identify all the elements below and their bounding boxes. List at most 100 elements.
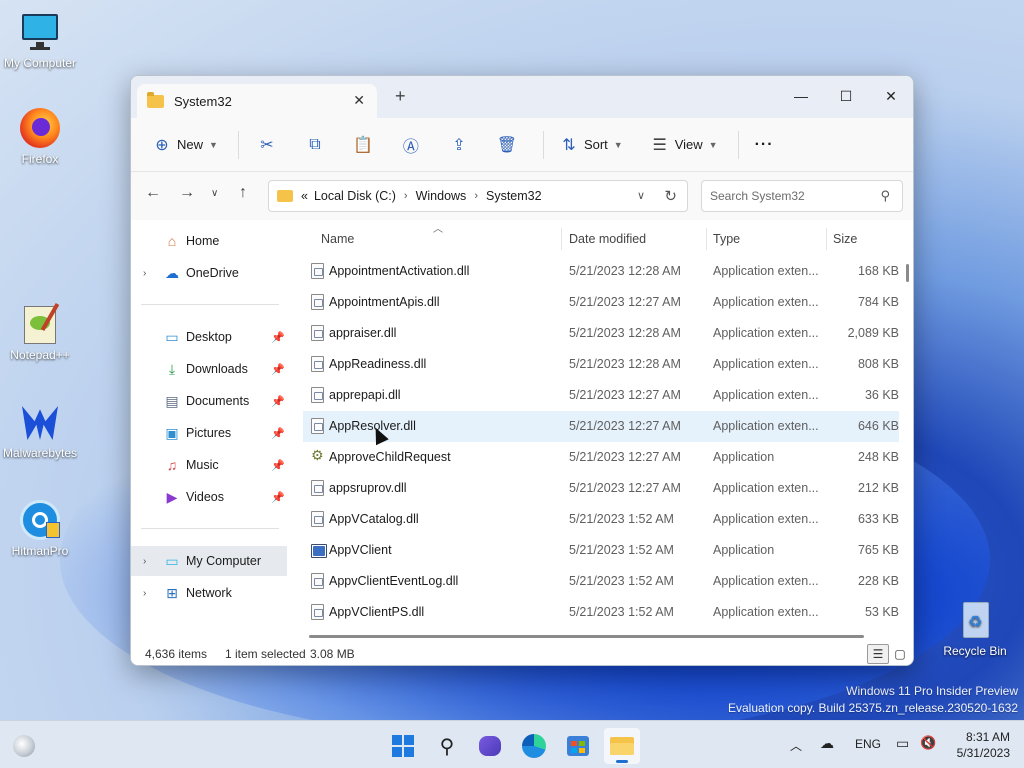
column-separator[interactable] xyxy=(706,228,707,250)
search-icon[interactable]: ⚲ xyxy=(429,728,465,764)
sidebar-divider xyxy=(141,304,279,305)
chat-icon[interactable] xyxy=(472,728,508,764)
status-bar: 4,636 items 1 item selected 3.08 MB ☰ ▢ xyxy=(131,642,913,665)
address-overflow[interactable]: « xyxy=(301,189,308,203)
sort-arrows-icon: ⇅ xyxy=(562,136,576,154)
dll-file-icon xyxy=(311,573,324,589)
sidebar-item-network[interactable]: › ⊞ Network xyxy=(131,578,287,608)
delete-button[interactable]: 🗑 xyxy=(487,129,527,161)
sidebar-item-home[interactable]: ⌂ Home xyxy=(131,226,287,256)
pin-icon[interactable]: 📌 xyxy=(271,459,285,472)
column-header-name[interactable]: Name xyxy=(321,226,354,252)
file-row[interactable]: AppointmentApis.dll 5/21/2023 12:27 AM A… xyxy=(303,287,899,318)
more-options-button[interactable]: ··· xyxy=(747,129,782,161)
pin-icon[interactable]: 📌 xyxy=(271,331,285,344)
chevron-right-icon[interactable]: › xyxy=(143,268,146,279)
file-row[interactable]: apprepapi.dll 5/21/2023 12:27 AM Applica… xyxy=(303,380,899,411)
desktop-icon-notepadpp[interactable]: Notepad++ xyxy=(0,302,80,362)
new-tab-button[interactable]: + xyxy=(395,87,406,105)
network-icon[interactable]: ▭ xyxy=(896,735,909,752)
sidebar-item-onedrive[interactable]: › ☁ OneDrive xyxy=(131,258,287,288)
file-row[interactable]: appraiser.dll 5/21/2023 12:28 AM Applica… xyxy=(303,318,899,349)
sidebar-item-desktop[interactable]: ▭ Desktop 📌 xyxy=(131,322,287,352)
file-row[interactable]: AppointmentActivation.dll 5/21/2023 12:2… xyxy=(303,256,899,287)
start-button[interactable] xyxy=(385,728,421,764)
file-row[interactable]: AppVCatalog.dll 5/21/2023 1:52 AM Applic… xyxy=(303,504,899,535)
store-icon[interactable] xyxy=(560,728,596,764)
address-dropdown-chevron-icon[interactable]: ∨ xyxy=(637,189,645,202)
sidebar-item-my-computer[interactable]: › ▭ My Computer xyxy=(131,546,287,576)
minimize-button[interactable]: — xyxy=(778,82,824,110)
recent-locations-chevron-icon[interactable]: ∨ xyxy=(211,188,218,199)
file-row[interactable]: AppVClient 5/21/2023 1:52 AM Application… xyxy=(303,535,899,566)
file-row[interactable]: ⚙ ApproveChildRequest 5/21/2023 12:27 AM… xyxy=(303,442,899,473)
view-button[interactable]: ☰ View ▼ xyxy=(643,129,726,161)
address-bar[interactable]: « Local Disk (C:) › Windows › System32 ∨… xyxy=(268,180,688,212)
rename-button[interactable]: Ⓐ xyxy=(391,129,431,161)
file-row[interactable]: AppResolver.dll 5/21/2023 12:27 AM Appli… xyxy=(303,411,899,442)
cloud-icon: ☁ xyxy=(165,265,179,281)
tab-close-icon[interactable]: ✕ xyxy=(353,92,365,109)
sidebar-item-videos[interactable]: ▶ Videos 📌 xyxy=(131,482,287,512)
tiles-view-icon[interactable]: ▢ xyxy=(889,644,911,664)
chevron-right-icon[interactable]: › xyxy=(143,556,146,567)
file-name: apprepapi.dll xyxy=(329,388,401,402)
maximize-button[interactable]: ☐ xyxy=(823,82,869,110)
sidebar-item-music[interactable]: ♫ Music 📌 xyxy=(131,450,287,480)
pin-icon[interactable]: 📌 xyxy=(271,363,285,376)
file-explorer-taskbar-icon[interactable] xyxy=(604,728,640,764)
refresh-icon[interactable]: ↻ xyxy=(664,187,677,205)
horizontal-scrollbar[interactable] xyxy=(309,635,864,638)
edge-icon[interactable] xyxy=(516,728,552,764)
breadcrumb-local-disk[interactable]: Local Disk (C:) xyxy=(314,189,396,203)
column-header-size[interactable]: Size xyxy=(833,226,857,252)
file-date: 5/21/2023 12:27 AM xyxy=(569,295,681,309)
column-header-type[interactable]: Type xyxy=(713,226,740,252)
tab-system32[interactable]: System32 ✕ xyxy=(137,84,377,118)
breadcrumb-windows[interactable]: Windows xyxy=(416,189,467,203)
file-row[interactable]: AppvClientEventLog.dll 5/21/2023 1:52 AM… xyxy=(303,566,899,597)
file-row[interactable]: AppVClientPS.dll 5/21/2023 1:52 AM Appli… xyxy=(303,597,899,628)
sidebar-item-pictures[interactable]: ▣ Pictures 📌 xyxy=(131,418,287,448)
volume-muted-icon[interactable]: 🔇 xyxy=(920,735,936,751)
sort-button[interactable]: ⇅ Sort ▼ xyxy=(552,129,631,161)
file-row[interactable]: appsruprov.dll 5/21/2023 12:27 AM Applic… xyxy=(303,473,899,504)
details-view-icon[interactable]: ☰ xyxy=(867,644,889,664)
cut-button[interactable]: ✂ xyxy=(247,129,287,161)
file-name: AppvClientEventLog.dll xyxy=(329,574,459,588)
sidebar-item-downloads[interactable]: ⤓ Downloads 📌 xyxy=(131,354,287,384)
vertical-scrollbar[interactable] xyxy=(906,264,909,282)
close-window-button[interactable]: ✕ xyxy=(868,82,913,110)
copy-button[interactable]: ⧉ xyxy=(295,129,335,161)
new-button[interactable]: ⊕ New ▼ xyxy=(145,129,226,161)
desktop-icon-hitmanpro[interactable]: HitmanPro xyxy=(0,498,80,558)
column-separator[interactable] xyxy=(561,228,562,250)
search-box[interactable]: ⚲ xyxy=(701,180,903,212)
up-arrow-icon[interactable]: ↑ xyxy=(239,184,247,202)
pin-icon[interactable]: 📌 xyxy=(271,491,285,504)
desktop-icon-recycle-bin[interactable]: ♻ Recycle Bin xyxy=(935,598,1015,658)
file-row[interactable]: AppReadiness.dll 5/21/2023 12:28 AM Appl… xyxy=(303,349,899,380)
desktop-icon-malwarebytes[interactable]: Malwarebytes xyxy=(0,400,80,460)
paste-button[interactable]: 📋 xyxy=(343,129,383,161)
column-header-date[interactable]: Date modified xyxy=(569,226,646,252)
share-button[interactable]: ⇪ xyxy=(439,129,479,161)
chevron-right-icon[interactable]: › xyxy=(143,588,146,599)
breadcrumb-system32[interactable]: System32 xyxy=(486,189,542,203)
forward-arrow-icon[interactable]: → xyxy=(179,184,195,202)
language-indicator[interactable]: ENG xyxy=(855,737,881,751)
pin-icon[interactable]: 📌 xyxy=(271,395,285,408)
search-input[interactable] xyxy=(710,189,870,203)
desktop-icon-my-computer[interactable]: My Computer xyxy=(0,10,80,70)
cloud-offline-icon[interactable]: ☁ xyxy=(820,735,834,752)
show-hidden-icons-chevron-icon[interactable]: ︿ xyxy=(790,737,802,754)
desktop-icon-firefox[interactable]: Firefox xyxy=(0,106,80,166)
clock-time: 8:31 AM xyxy=(965,730,1010,744)
sidebar-item-documents[interactable]: ▤ Documents 📌 xyxy=(131,386,287,416)
widgets-weather-icon[interactable] xyxy=(6,728,42,764)
dll-file-icon xyxy=(311,325,324,341)
pin-icon[interactable]: 📌 xyxy=(271,427,285,440)
column-separator[interactable] xyxy=(826,228,827,250)
back-arrow-icon[interactable]: ← xyxy=(145,184,161,202)
clock[interactable]: 8:31 AM 5/31/2023 xyxy=(957,729,1010,761)
